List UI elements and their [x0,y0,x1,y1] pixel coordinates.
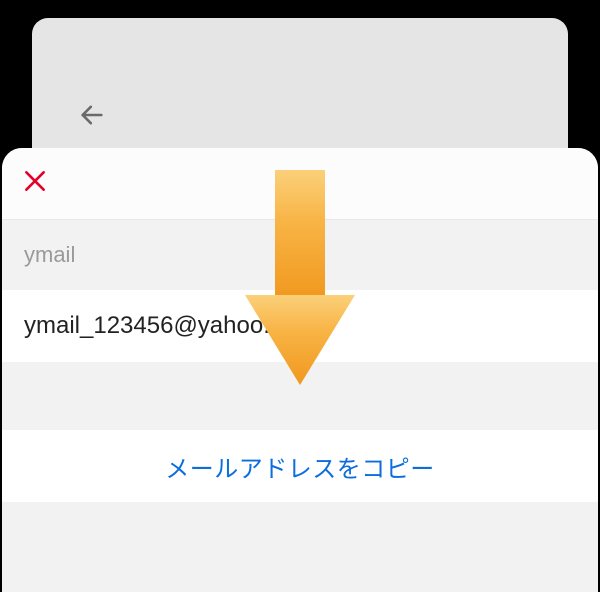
email-address: ymail_123456@yahoo.co.jp [24,312,321,340]
to-sheet: To ymail ymail_123456@yahoo.co.jp メールアドレ… [2,148,598,592]
copy-email-button[interactable]: メールアドレスをコピー [2,430,598,502]
back-arrow-icon[interactable] [78,100,106,137]
sheet-title: To [2,168,598,199]
spacer [2,502,598,592]
background-card [32,18,568,158]
search-section[interactable]: ymail [2,220,598,290]
email-suggestion-row[interactable]: ymail_123456@yahoo.co.jp [2,290,598,362]
spacer [2,362,598,430]
close-icon[interactable] [22,165,48,202]
search-input-value: ymail [24,242,75,268]
copy-email-label: メールアドレスをコピー [165,449,435,484]
sheet-header: To [2,148,598,220]
